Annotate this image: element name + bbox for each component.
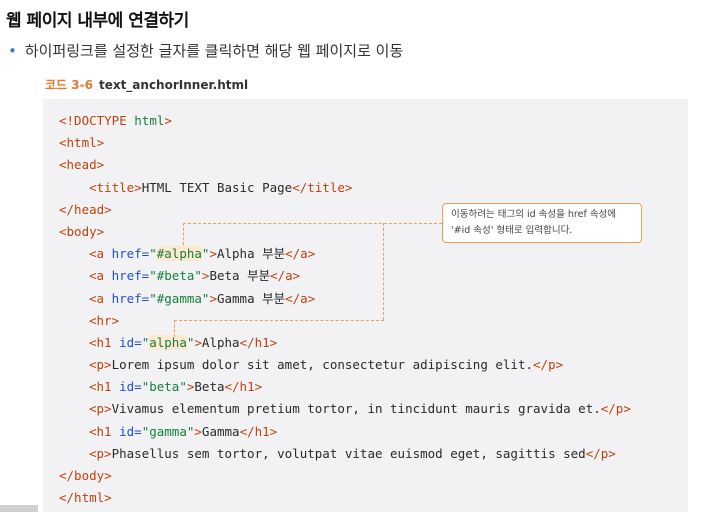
href-attr: href= (111, 246, 150, 262)
quote: " (149, 268, 157, 284)
quote: " (149, 246, 157, 262)
a-close-tag: </a> (270, 268, 301, 284)
code-number: 코드 3-6 (45, 78, 93, 92)
a-open-tag: <a (89, 268, 112, 284)
callout-note: 이동하려는 태그의 id 속성을 href 속성에 '#id 속성' 형태로 입… (442, 203, 642, 243)
callout-line-2: '#id 속성' 형태로 입력합니다. (451, 225, 573, 236)
doctype-end-token: > (164, 113, 172, 128)
code-line-h1-beta: <h1 id="beta">Beta</h1> (59, 376, 631, 398)
id-attr: id= (119, 423, 142, 439)
title-open-tag: <title> (89, 179, 142, 195)
h1-open-tag: <h1 (89, 423, 120, 439)
h1-close-tag: </h1> (239, 334, 278, 350)
code-filename: text_anchorInner.html (98, 78, 249, 92)
code-line-body-close: </body> (59, 465, 631, 487)
id-value-beta: beta (149, 379, 180, 395)
tag-end: > (209, 246, 217, 262)
html-open-tag: <html> (59, 135, 105, 151)
code-line-p1: <p>Lorem ipsum dolor sit amet, consectet… (59, 354, 631, 376)
tag-end: > (209, 290, 217, 306)
h1-close-tag: </h1> (239, 423, 278, 439)
title-text: HTML TEXT Basic Page (141, 179, 293, 195)
code-line-p2: <p>Vivamus elementum pretium tortor, in … (59, 398, 631, 420)
hr-tag: <hr> (89, 312, 120, 328)
code-block: <!DOCTYPE html> <html> <head> <title>HTM… (43, 99, 688, 512)
a-open-tag: <a (89, 246, 112, 262)
code-listing: <!DOCTYPE html> <html> <head> <title>HTM… (59, 110, 631, 509)
p-open-tag: <p> (89, 445, 112, 461)
code-line-link-alpha: <a href="#alpha">Alpha 부분</a> (59, 243, 631, 265)
href-value-gamma: #gamma (156, 290, 202, 306)
h1-close-tag: </h1> (224, 379, 263, 395)
quote: " (149, 290, 157, 306)
h1-text-gamma: Gamma (201, 423, 240, 439)
html-close-tag: </html> (59, 490, 112, 506)
p-close-tag: </p> (533, 357, 564, 373)
body-close-tag: </body> (59, 468, 112, 483)
a-open-tag: <a (89, 290, 112, 306)
href-value-alpha: #alpha (156, 246, 202, 262)
page-corner-tab (0, 505, 38, 512)
title-close-tag: </title> (292, 179, 353, 195)
tag-end: > (194, 423, 202, 439)
head-close-tag: </head> (59, 201, 112, 217)
p-open-tag: <p> (89, 357, 112, 373)
code-line-link-beta: <a href="#beta">Beta 부분</a> (59, 265, 631, 287)
head-open-tag: <head> (59, 157, 105, 173)
bullet-item: • 하이퍼링크를 설정한 글자를 클릭하면 해당 웹 페이지로 이동 (8, 40, 403, 61)
code-line-title: <title>HTML TEXT Basic Page</title> (59, 177, 631, 199)
link-text-beta: Beta 부분 (209, 268, 271, 284)
paragraph-text-3: Phasellus sem tortor, volutpat vitae eui… (111, 445, 586, 461)
code-caption: 코드 3-6 text_anchorInner.html (45, 76, 248, 93)
href-attr: href= (111, 290, 150, 306)
paragraph-text-1: Lorem ipsum dolor sit amet, consectetur … (111, 357, 534, 373)
bullet-marker: • (8, 42, 17, 60)
p-close-tag: </p> (585, 445, 616, 461)
tag-end: > (194, 334, 202, 350)
h1-text-alpha: Alpha (201, 334, 240, 350)
bullet-text: 하이퍼링크를 설정한 글자를 클릭하면 해당 웹 페이지로 이동 (24, 42, 404, 60)
id-attr: id= (119, 334, 142, 350)
href-value-beta: #beta (156, 268, 195, 284)
section-heading: 웹 페이지 내부에 연결하기 (6, 11, 189, 31)
link-text-alpha: Alpha 부분 (216, 246, 286, 262)
p-close-tag: </p> (600, 401, 631, 417)
doctype-html-token: html (134, 113, 165, 128)
link-text-gamma: Gamma 부분 (216, 290, 286, 306)
id-attr: id= (119, 379, 142, 395)
a-close-tag: </a> (285, 290, 316, 306)
code-line-head-open: <head> (59, 154, 631, 176)
code-line-html-close: </html> (59, 487, 631, 509)
doctype-token: <!DOCTYPE (59, 113, 135, 128)
href-attr: href= (111, 268, 150, 284)
code-line-link-gamma: <a href="#gamma">Gamma 부분</a> (59, 288, 631, 310)
paragraph-text-2: Vivamus elementum pretium tortor, in tin… (111, 401, 601, 417)
code-line-html-open: <html> (59, 132, 631, 154)
connector-line-right (383, 223, 384, 320)
callout-line-1: 이동하려는 태그의 id 속성을 href 속성에 (451, 209, 617, 220)
a-close-tag: </a> (285, 246, 316, 262)
code-line-doctype: <!DOCTYPE html> (59, 110, 631, 132)
id-value-gamma: gamma (149, 423, 187, 439)
h1-open-tag: <h1 (89, 379, 120, 395)
id-value-alpha: alpha (149, 334, 187, 350)
code-line-h1-alpha: <h1 id="alpha">Alpha</h1> (59, 332, 631, 354)
body-open-tag: <body> (59, 223, 105, 239)
code-line-h1-gamma: <h1 id="gamma">Gamma</h1> (59, 421, 631, 443)
h1-open-tag: <h1 (89, 334, 120, 350)
connector-line-alpha-id (174, 320, 175, 337)
connector-line-top (183, 223, 442, 224)
quote: " (179, 379, 187, 395)
h1-text-beta: Beta (194, 379, 225, 395)
connector-line-alpha-link (183, 223, 184, 245)
connector-line-bottom (174, 320, 384, 321)
code-line-p3: <p>Phasellus sem tortor, volutpat vitae … (59, 443, 631, 465)
quote: " (194, 268, 202, 284)
p-open-tag: <p> (89, 401, 112, 417)
